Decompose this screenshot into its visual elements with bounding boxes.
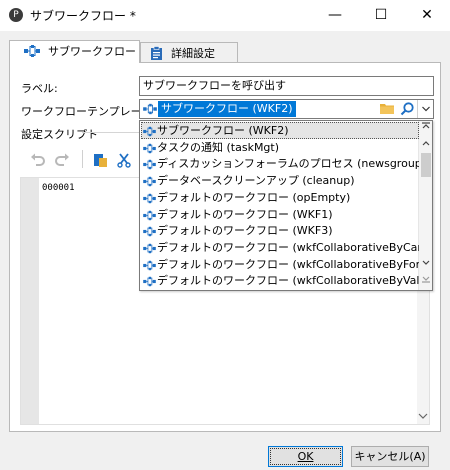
scroll-top-icon[interactable]	[422, 122, 430, 133]
dropdown-item-label: ディスカッションフォーラムのプロセス (newsgroupMgt)	[157, 157, 419, 171]
dropdown-item[interactable]: デフォルトのワークフロー (opEmpty)	[141, 189, 419, 206]
scroll-down-icon[interactable]	[422, 259, 430, 269]
workflow-icon	[143, 209, 156, 223]
dropdown-item[interactable]: デフォルトのワークフロー (WKF1)	[141, 206, 419, 223]
ok-button[interactable]: OK	[268, 446, 343, 467]
cut-icon[interactable]	[116, 152, 132, 172]
workflow-icon	[143, 242, 156, 256]
workflow-icon	[143, 225, 156, 239]
dropdown-item-label: サブワークフロー (WKF2)	[157, 124, 289, 137]
dropdown-item-label: デフォルトのワークフロー (wkfCollaborativeByCamp..	[157, 240, 419, 254]
label-caption: ラベル:	[21, 82, 58, 95]
line-number: 000001	[42, 183, 75, 193]
dropdown-item[interactable]: デフォルトのワークフロー (wkfCollaborativeByCamp..	[141, 239, 419, 256]
workflow-icon	[143, 259, 156, 273]
chevron-down-icon[interactable]	[417, 100, 433, 118]
dropdown-scrollbar[interactable]	[418, 121, 432, 290]
workflow-icon	[143, 275, 156, 289]
scroll-up-icon[interactable]	[422, 139, 430, 149]
dropdown-item-label: デフォルトのワークフロー (WKF3)	[157, 224, 333, 238]
workflow-icon	[143, 142, 156, 156]
cancel-button[interactable]: キャンセル(A)	[351, 446, 429, 467]
template-combobox[interactable]: サブワークフロー (WKF2)	[139, 99, 434, 119]
folder-icon[interactable]	[380, 102, 394, 116]
workflow-icon	[143, 175, 156, 189]
dropdown-item-label: タスクの通知 (taskMgt)	[157, 140, 280, 154]
redo-icon[interactable]	[54, 152, 70, 170]
dropdown-item[interactable]: デフォルトのワークフロー (WKF3)	[141, 222, 419, 239]
label-input[interactable]: サブワークフローを呼び出す	[139, 76, 434, 96]
dropdown-item[interactable]: デフォルトのワークフロー (wkfCollaborativeByValida..	[141, 272, 419, 289]
group-divider	[82, 132, 142, 133]
dropdown-item[interactable]: タスクの通知 (taskMgt)	[141, 139, 419, 156]
dropdown-item-label: データベースクリーンアップ (cleanup)	[157, 174, 355, 188]
workflow-icon	[143, 158, 156, 172]
undo-icon[interactable]	[30, 152, 46, 170]
dropdown-item[interactable]: データベースクリーンアップ (cleanup)	[141, 172, 419, 189]
scroll-down-icon[interactable]	[418, 412, 428, 423]
workflow-icon	[143, 125, 156, 139]
script-caption: 設定スクリプト	[21, 128, 98, 141]
toolbar-separator	[82, 150, 83, 168]
dropdown-item[interactable]: ディスカッションフォーラムのプロセス (newsgroupMgt)	[141, 155, 419, 172]
ok-label: OK	[297, 450, 314, 463]
paste-icon[interactable]	[93, 152, 109, 172]
dropdown-item-label: デフォルトのワークフロー (opEmpty)	[157, 190, 351, 204]
dropdown-item-label: デフォルトのワークフロー (WKF1)	[157, 207, 333, 221]
search-icon[interactable]	[399, 101, 415, 117]
workflow-icon	[143, 192, 156, 206]
template-selected-value: サブワークフロー (WKF2)	[158, 101, 296, 117]
template-dropdown-list[interactable]: サブワークフロー (WKF2) タスクの通知 (taskMgt) ディスカッションフ…	[139, 120, 433, 291]
dropdown-item-label: デフォルトのワークフロー (wkfCollaborativeByForm)	[157, 257, 419, 271]
template-caption: ワークフローテンプレート:	[21, 105, 157, 118]
workflow-icon	[143, 103, 157, 118]
scroll-thumb[interactable]	[421, 153, 431, 177]
scroll-bottom-icon[interactable]	[422, 275, 430, 286]
dropdown-item[interactable]: デフォルトのワークフロー (wkfCollaborativeByForm)	[141, 256, 419, 273]
editor-gutter	[21, 178, 39, 424]
dropdown-item[interactable]: サブワークフロー (WKF2)	[141, 122, 419, 139]
dropdown-item-label: デフォルトのワークフロー (wkfCollaborativeByValida..	[157, 274, 419, 288]
